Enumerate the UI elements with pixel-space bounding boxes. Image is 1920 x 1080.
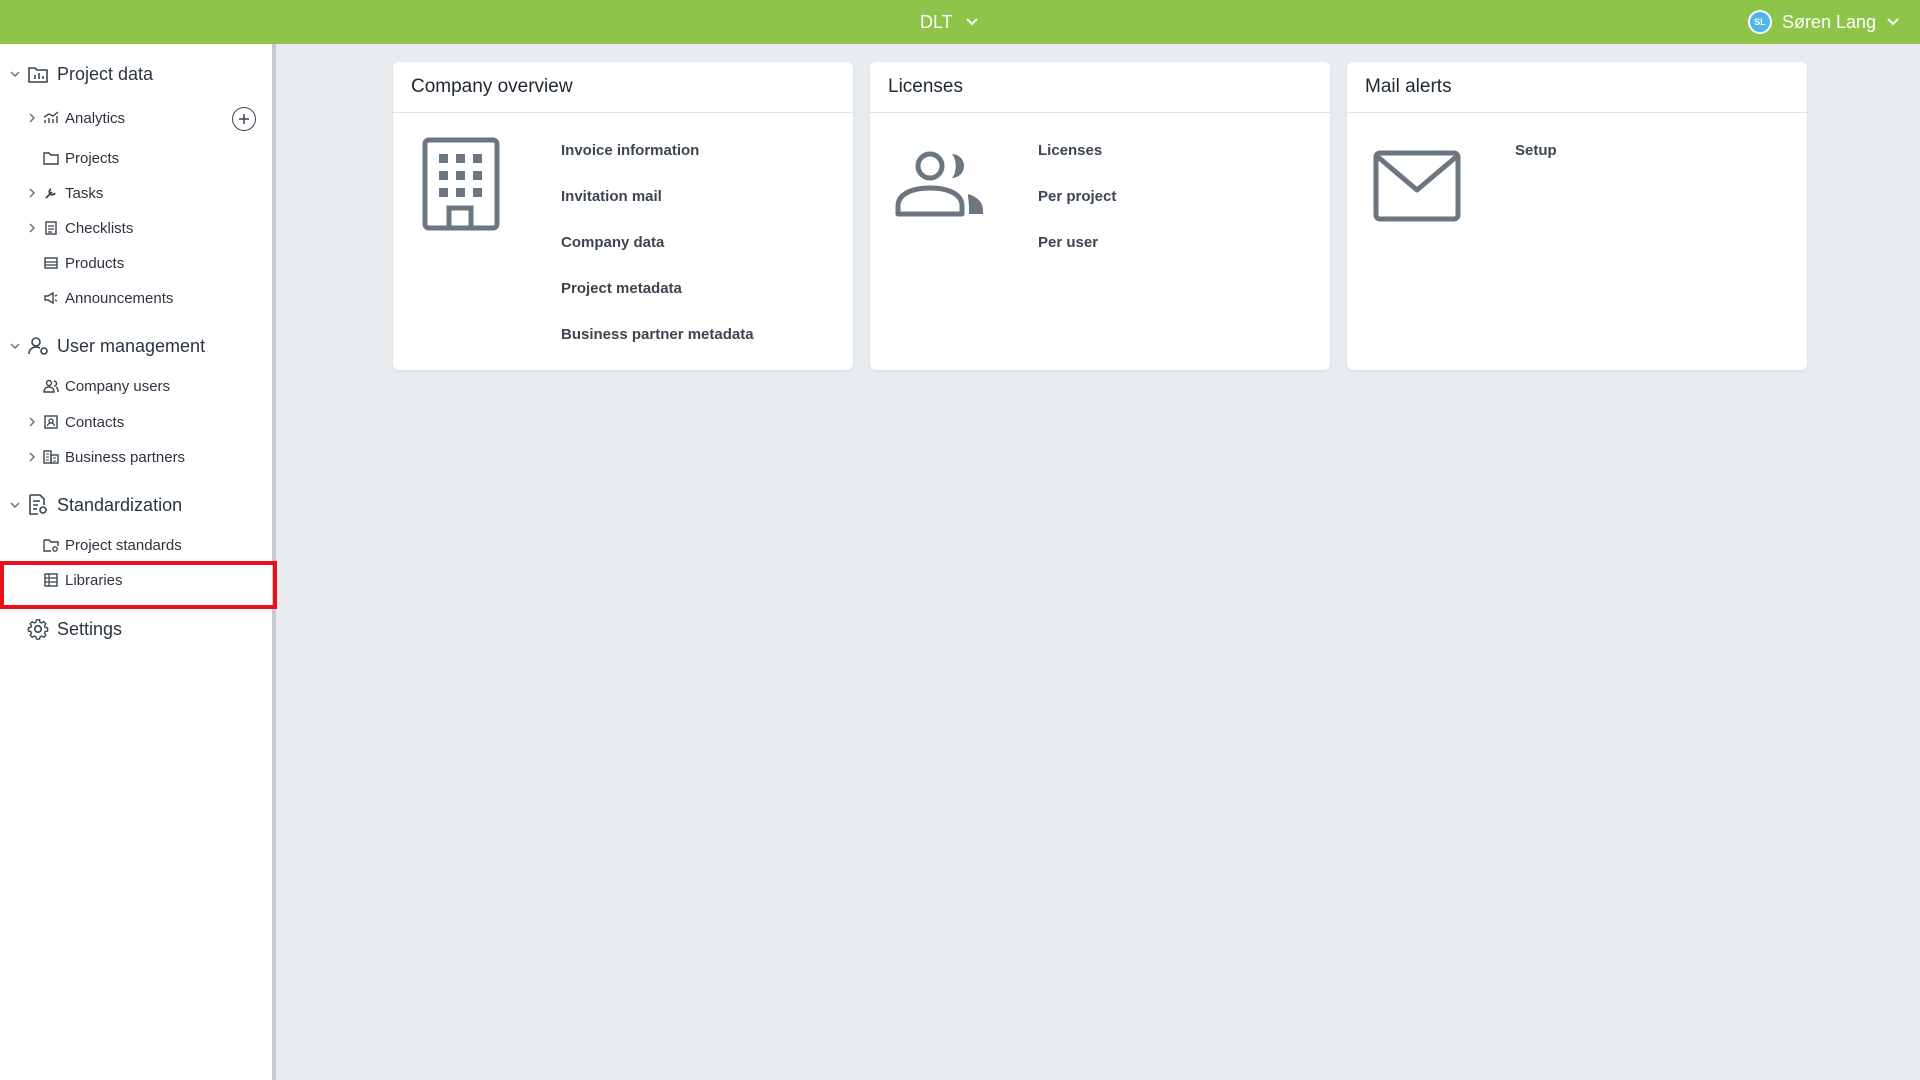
chevron-right-icon — [29, 417, 36, 427]
folder-settings-icon — [43, 539, 59, 552]
sidebar-item-label: Settings — [57, 618, 123, 639]
gear-icon — [27, 619, 49, 640]
settings-highlight-box — [0, 561, 277, 609]
chevron-right-icon — [29, 188, 36, 198]
document-settings-icon — [29, 494, 47, 515]
company-overview-card: Company overview Invoice information Inv… — [393, 62, 853, 370]
sidebar-item-contacts[interactable]: Contacts — [0, 407, 272, 437]
licenses-link[interactable]: Licenses — [1038, 142, 1116, 188]
card-title: Company overview — [411, 76, 573, 97]
mail-alerts-links: Setup — [1515, 142, 1557, 188]
card-title: Licenses — [888, 76, 963, 97]
per-project-link[interactable]: Per project — [1038, 188, 1116, 234]
analytics-icon — [43, 111, 59, 123]
sidebar-group-project-data[interactable]: Project data — [0, 54, 272, 94]
chevron-down-icon — [10, 502, 20, 509]
contact-card-icon — [44, 415, 58, 429]
wrench-icon — [45, 188, 56, 199]
sidebar-item-business-partners[interactable]: Business partners — [0, 442, 272, 472]
invoice-information-link[interactable]: Invoice information — [561, 142, 754, 188]
divider — [870, 112, 1330, 113]
company-switcher[interactable]: DLT — [920, 0, 979, 44]
project-metadata-link[interactable]: Project metadata — [561, 280, 754, 326]
sidebar-group-user-management[interactable]: User management — [0, 326, 272, 366]
sidebar-group-label: User management — [57, 335, 206, 356]
sidebar-item-label: Analytics — [65, 109, 126, 127]
buildings-icon — [43, 450, 59, 464]
sidebar-group-standardization[interactable]: Standardization — [0, 485, 272, 525]
sidebar-group-label: Standardization — [57, 494, 183, 515]
chevron-down-icon — [965, 18, 978, 26]
user-menu[interactable]: SL Søren Lang — [1747, 0, 1900, 44]
sidebar-item-project-standards[interactable]: Project standards — [0, 530, 272, 560]
licenses-links: Licenses Per project Per user — [1038, 142, 1116, 280]
user-settings-icon — [28, 337, 48, 355]
chevron-down-icon — [1887, 18, 1899, 26]
avatar: SL — [1747, 10, 1772, 34]
licenses-card: Licenses Licenses Per project Per user — [870, 62, 1330, 370]
products-icon — [44, 257, 58, 269]
plus-icon — [239, 114, 249, 124]
chevron-right-icon — [29, 113, 36, 123]
sidebar-item-label: Tasks — [65, 184, 104, 202]
clipboard-icon — [45, 221, 57, 235]
sidebar-item-settings[interactable]: Settings — [0, 609, 272, 649]
sidebar-item-label: Project standards — [65, 536, 182, 554]
chevron-right-icon — [29, 452, 36, 462]
sidebar-item-label: Projects — [65, 149, 120, 167]
divider — [1347, 112, 1807, 113]
sidebar-item-projects[interactable]: Projects — [0, 143, 272, 173]
sidebar-item-products[interactable]: Products — [0, 248, 272, 278]
divider — [393, 112, 853, 113]
sidebar-item-tasks[interactable]: Tasks — [0, 178, 272, 208]
chevron-right-icon — [29, 223, 36, 233]
setup-link[interactable]: Setup — [1515, 142, 1557, 188]
users-icon — [43, 379, 59, 393]
company-overview-links: Invoice information Invitation mail Comp… — [561, 142, 754, 372]
sidebar-item-label: Products — [65, 254, 125, 272]
project-data-icon — [28, 67, 48, 83]
sidebar-item-label: Business partners — [65, 448, 186, 466]
sidebar-item-label: Company users — [65, 377, 171, 395]
sidebar-item-announcements[interactable]: Announcements — [0, 283, 272, 313]
megaphone-icon — [44, 291, 58, 305]
sidebar-item-company-users[interactable]: Company users — [0, 371, 272, 401]
add-analytics-button[interactable] — [232, 107, 256, 131]
company-data-link[interactable]: Company data — [561, 234, 754, 280]
sidebar-item-label: Announcements — [65, 289, 174, 307]
card-title: Mail alerts — [1365, 76, 1452, 97]
user-name: Søren Lang — [1781, 11, 1876, 32]
sidebar-item-label: Checklists — [65, 219, 134, 237]
sidebar-group-label: Project data — [57, 63, 154, 84]
company-name: DLT — [920, 11, 953, 32]
building-icon — [422, 137, 500, 231]
sidebar-item-label: Contacts — [65, 413, 125, 431]
chevron-down-icon — [10, 71, 20, 78]
chevron-down-icon — [10, 343, 20, 350]
folder-icon — [43, 152, 59, 165]
mail-alerts-card: Mail alerts Setup — [1347, 62, 1807, 370]
sidebar-item-checklists[interactable]: Checklists — [0, 213, 272, 243]
per-user-link[interactable]: Per user — [1038, 234, 1116, 280]
invitation-mail-link[interactable]: Invitation mail — [561, 188, 754, 234]
users-icon — [895, 151, 983, 217]
envelope-icon — [1373, 150, 1461, 222]
top-bar: DLT SL Søren Lang — [0, 0, 1920, 44]
business-partner-metadata-link[interactable]: Business partner metadata — [561, 326, 754, 372]
